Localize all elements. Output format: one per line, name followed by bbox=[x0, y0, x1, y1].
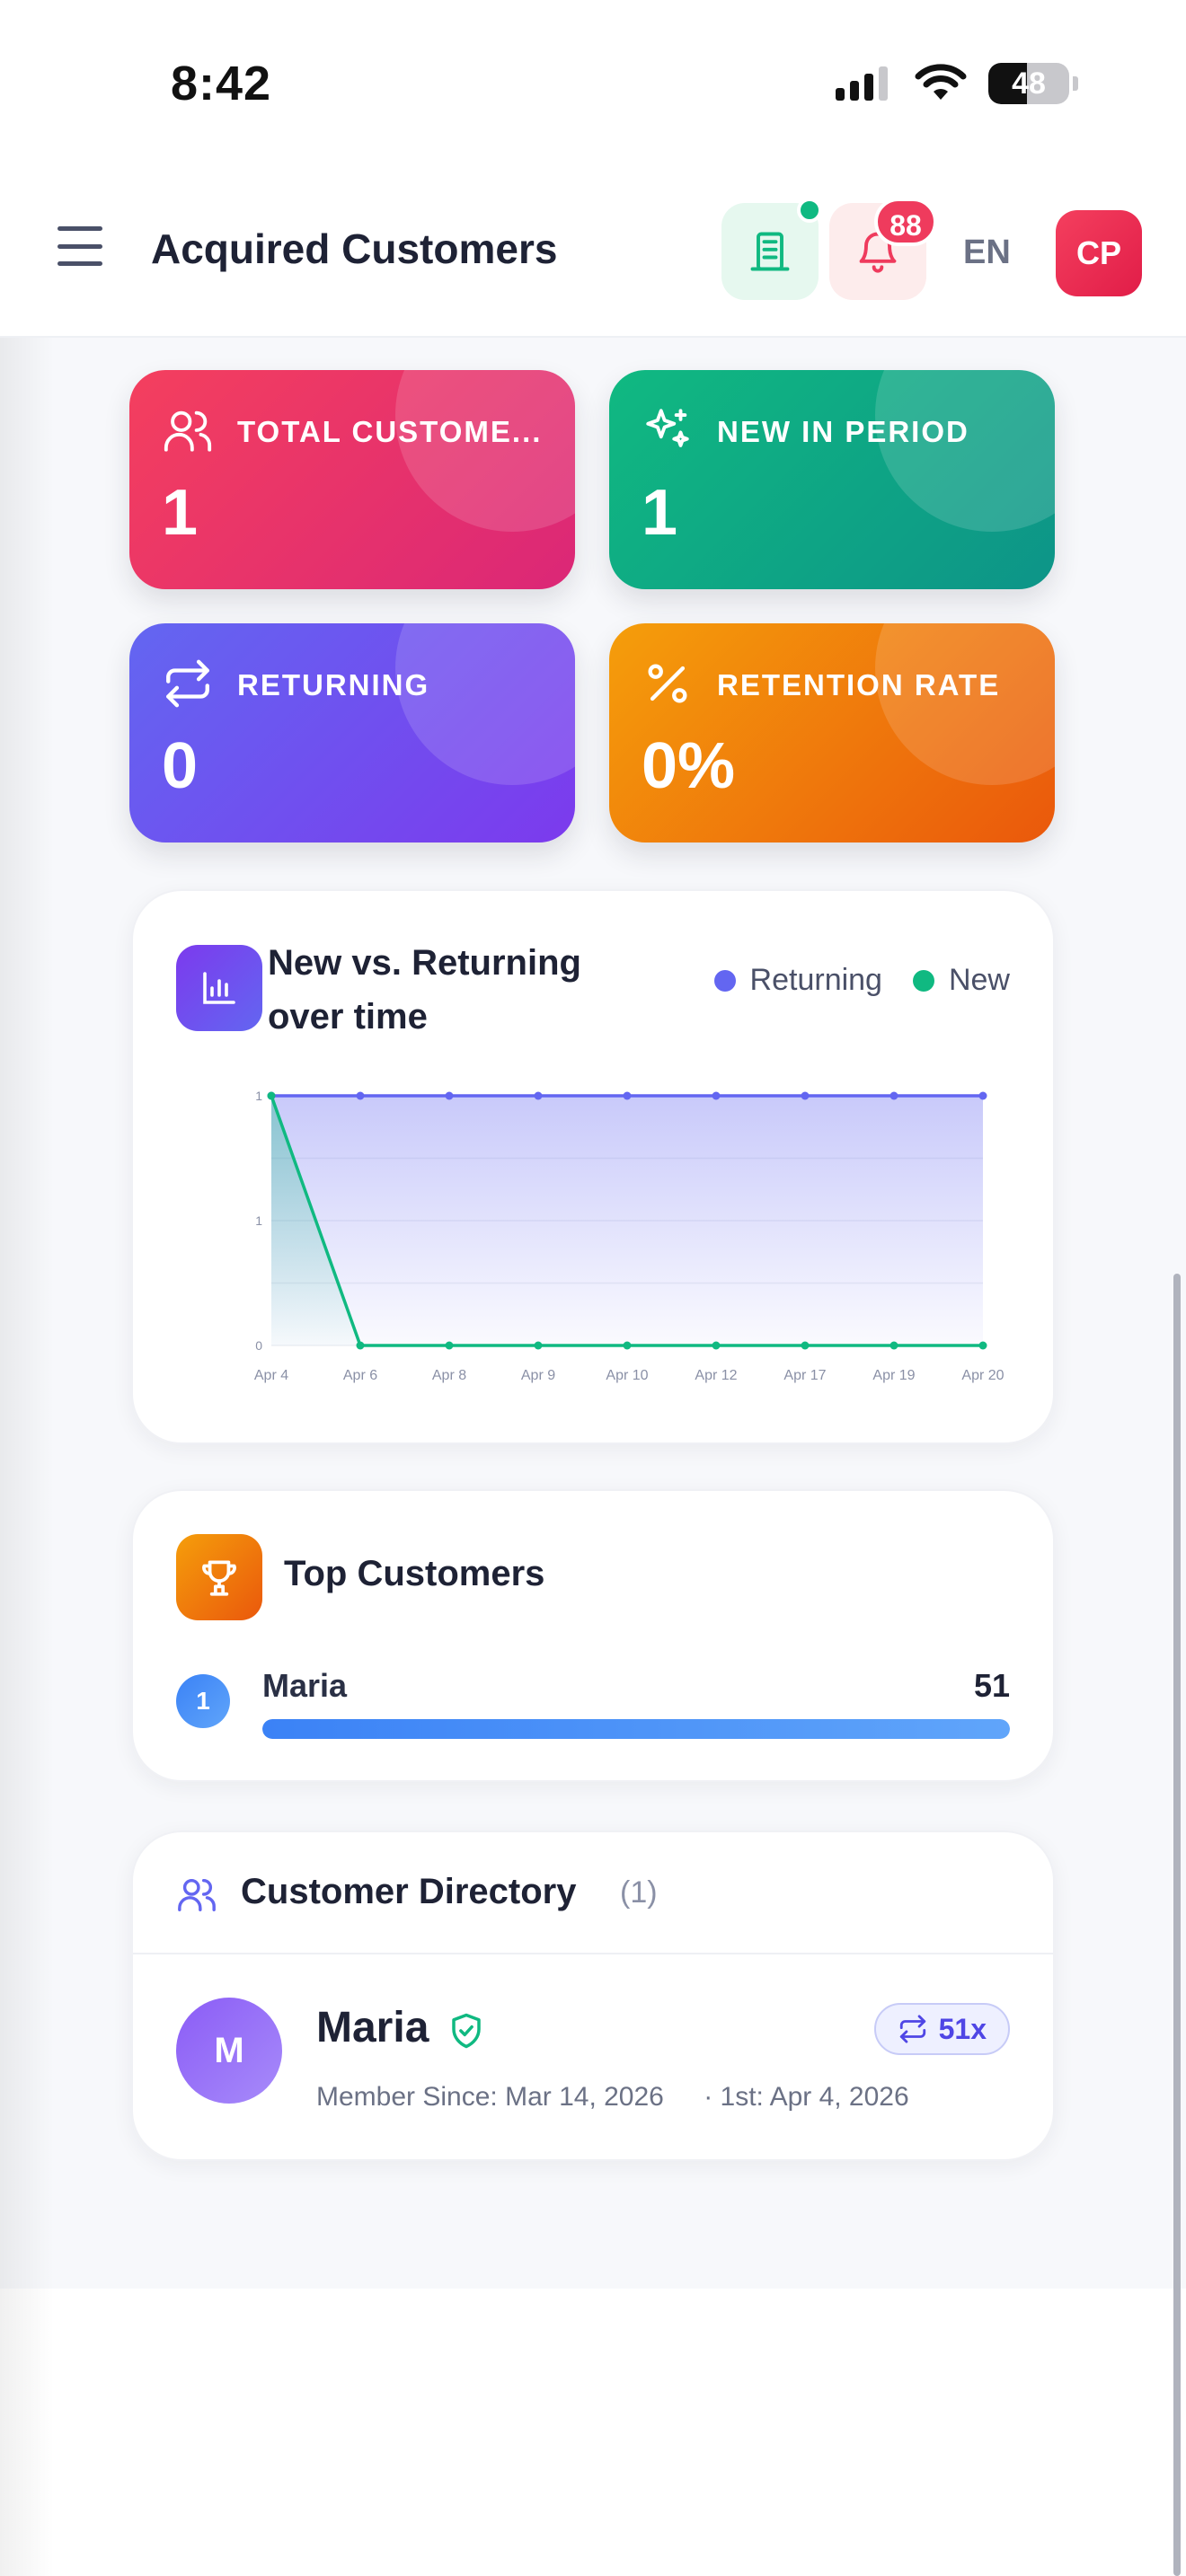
battery-level: 48 bbox=[1012, 66, 1046, 101]
app-header: Acquired Customers 88 EN CP bbox=[0, 162, 1186, 338]
chart-legend: Returning New bbox=[713, 963, 1010, 998]
customer-name[interactable]: Maria bbox=[316, 2003, 429, 2052]
legend-label: Returning bbox=[749, 963, 882, 997]
stat-label: NEW IN PERIOD bbox=[717, 415, 969, 448]
stat-value: 1 bbox=[162, 477, 199, 549]
legend-new[interactable]: New bbox=[912, 963, 1010, 998]
visit-count: 51x bbox=[938, 2012, 987, 2045]
y-tick-label: 1 bbox=[255, 1213, 262, 1228]
users-icon bbox=[164, 410, 212, 452]
data-point-returning bbox=[712, 1091, 721, 1100]
x-tick-label: Apr 12 bbox=[695, 1368, 737, 1383]
y-tick-label: 0 bbox=[255, 1338, 262, 1353]
drawer-edge-shadow bbox=[0, 338, 54, 2576]
legend-returning[interactable]: Returning bbox=[713, 963, 882, 998]
stat-card-new-in-period: NEW IN PERIOD 1 bbox=[609, 370, 1055, 589]
x-tick-label: Apr 20 bbox=[961, 1368, 1004, 1383]
verified-shield-icon bbox=[452, 2013, 481, 2049]
customer-directory-card: Customer Directory (1) M Maria 51x Membe… bbox=[131, 1831, 1055, 2161]
battery-tip bbox=[1073, 76, 1078, 91]
repeat-icon bbox=[166, 659, 209, 708]
cellular-signal-icon bbox=[836, 66, 888, 101]
x-tick-label: Apr 4 bbox=[254, 1368, 288, 1383]
chart-card: New vs. Returning over time Returning Ne… bbox=[131, 889, 1055, 1444]
data-point-new bbox=[890, 1341, 898, 1350]
visit-count-badge: 51x bbox=[873, 2003, 1010, 2055]
top-customers-title: Top Customers bbox=[284, 1554, 545, 1593]
percent-icon bbox=[648, 664, 687, 703]
x-tick-label: Apr 10 bbox=[606, 1368, 648, 1383]
stat-value: 0 bbox=[162, 730, 199, 802]
data-point-new bbox=[801, 1341, 810, 1350]
data-point-new bbox=[534, 1341, 543, 1350]
stat-card-returning: RETURNING 0 bbox=[129, 623, 575, 842]
top-customers-icon bbox=[176, 1534, 262, 1620]
top-customers-card: Top Customers 1 Maria 51 bbox=[131, 1489, 1055, 1782]
directory-count: (1) bbox=[620, 1875, 658, 1910]
x-tick-label: Apr 8 bbox=[432, 1368, 466, 1383]
y-tick-label: 1 bbox=[255, 1089, 262, 1103]
first-visit: · 1st: Apr 4, 2026 bbox=[704, 2082, 909, 2112]
x-tick-label: Apr 6 bbox=[343, 1368, 377, 1383]
menu-button[interactable] bbox=[58, 226, 102, 266]
users-icon bbox=[178, 1878, 216, 1911]
sparkles-icon bbox=[646, 409, 689, 447]
data-point-returning bbox=[890, 1091, 898, 1100]
stat-label: RETURNING bbox=[237, 668, 430, 701]
data-point-new bbox=[356, 1341, 365, 1350]
language-switch[interactable]: EN bbox=[963, 234, 1011, 272]
data-point-new bbox=[623, 1341, 632, 1350]
customer-meta: Member Since: Mar 14, 2026 · 1st: Apr 4,… bbox=[316, 2082, 909, 2113]
status-icons: 48 bbox=[834, 63, 1078, 104]
chart-title: New vs. Returning over time bbox=[268, 943, 581, 1037]
x-tick-label: Apr 19 bbox=[872, 1368, 915, 1383]
data-point-returning bbox=[801, 1091, 810, 1100]
user-avatar[interactable]: CP bbox=[1056, 210, 1142, 296]
trophy-icon bbox=[202, 1560, 236, 1596]
scrollbar[interactable] bbox=[1173, 1274, 1181, 2576]
stat-value: 1 bbox=[642, 477, 678, 549]
member-since: Member Since: Mar 14, 2026 bbox=[316, 2082, 664, 2112]
legend-label: New bbox=[948, 963, 1010, 997]
status-time: 8:42 bbox=[171, 57, 272, 110]
data-point-new bbox=[712, 1341, 721, 1350]
organization-button[interactable] bbox=[721, 198, 822, 300]
wifi-icon bbox=[915, 64, 967, 100]
x-tick-label: Apr 9 bbox=[521, 1368, 555, 1383]
top-customer-bar bbox=[262, 1719, 1010, 1739]
data-point-returning bbox=[356, 1091, 365, 1100]
top-customer-name[interactable]: Maria bbox=[262, 1667, 347, 1705]
rank-badge: 1 bbox=[176, 1674, 230, 1728]
notification-badge: 88 bbox=[874, 198, 937, 246]
directory-header: Customer Directory (1) bbox=[133, 1832, 1053, 1954]
notifications-button[interactable]: 88 bbox=[829, 198, 937, 300]
series-area-returning bbox=[271, 1096, 983, 1345]
stat-card-retention-rate: RETENTION RATE 0% bbox=[609, 623, 1055, 842]
x-tick-label: Apr 17 bbox=[783, 1368, 826, 1383]
data-point-new bbox=[267, 1091, 276, 1100]
stat-label: RETENTION RATE bbox=[717, 668, 1001, 701]
top-customer-bar-fill bbox=[262, 1719, 1010, 1739]
repeat-icon bbox=[899, 2015, 925, 2043]
status-bar: 8:42 48 bbox=[0, 0, 1186, 162]
building-icon bbox=[750, 232, 790, 271]
top-customer-count: 51 bbox=[973, 1667, 1010, 1704]
battery-icon: 48 bbox=[988, 63, 1069, 104]
online-indicator bbox=[797, 198, 822, 223]
directory-title: Customer Directory bbox=[241, 1872, 577, 1911]
data-point-new bbox=[445, 1341, 454, 1350]
data-point-returning bbox=[534, 1091, 543, 1100]
page-title: Acquired Customers bbox=[151, 225, 558, 272]
chart-card-icon bbox=[176, 945, 262, 1031]
line-chart: 0 1 1 Apr 4 Apr 6 Apr 8 Apr 9 Apr 10 Apr 12 Apr 1… bbox=[254, 1089, 1005, 1383]
data-point-returning bbox=[445, 1091, 454, 1100]
stat-label: TOTAL CUSTOME... bbox=[237, 415, 543, 448]
bar-chart-icon bbox=[203, 972, 235, 1004]
data-point-new bbox=[978, 1341, 987, 1350]
data-point-returning bbox=[978, 1091, 987, 1100]
data-point-returning bbox=[623, 1091, 632, 1100]
stat-card-total-customers: TOTAL CUSTOME... 1 bbox=[129, 370, 575, 589]
customer-avatar[interactable]: M bbox=[176, 1998, 282, 2104]
stat-value: 0% bbox=[642, 730, 736, 802]
